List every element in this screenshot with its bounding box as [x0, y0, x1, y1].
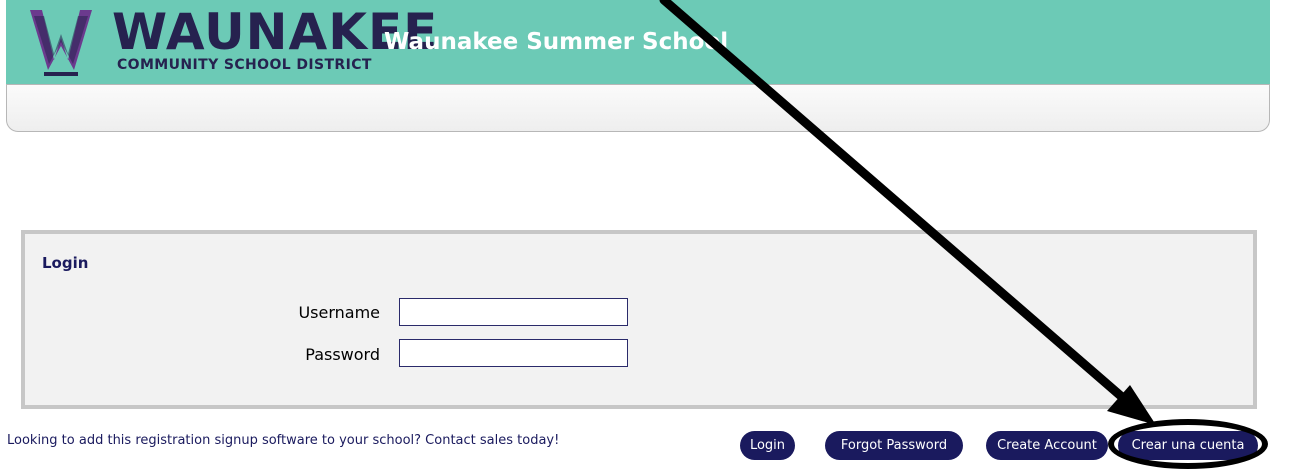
nav-bar	[6, 84, 1270, 132]
username-label: Username	[298, 303, 380, 322]
login-panel: Login Username Password	[21, 230, 1257, 409]
password-input[interactable]	[399, 339, 628, 367]
password-label: Password	[305, 345, 380, 364]
site-header: WAUNAKEE COMMUNITY SCHOOL DISTRICT Wauna…	[6, 0, 1270, 84]
crear-una-cuenta-button[interactable]: Crear una cuenta	[1118, 431, 1258, 460]
login-button[interactable]: Login	[740, 431, 795, 460]
w-logo-icon	[30, 10, 92, 76]
forgot-password-button[interactable]: Forgot Password	[825, 431, 963, 460]
logo-subtitle: COMMUNITY SCHOOL DISTRICT	[117, 57, 372, 73]
sales-contact-link[interactable]: Looking to add this registration signup …	[7, 433, 559, 448]
site-title: Waunakee Summer School	[384, 29, 729, 55]
username-input[interactable]	[399, 298, 628, 326]
create-account-button[interactable]: Create Account	[986, 431, 1108, 460]
login-panel-title: Login	[42, 254, 89, 272]
